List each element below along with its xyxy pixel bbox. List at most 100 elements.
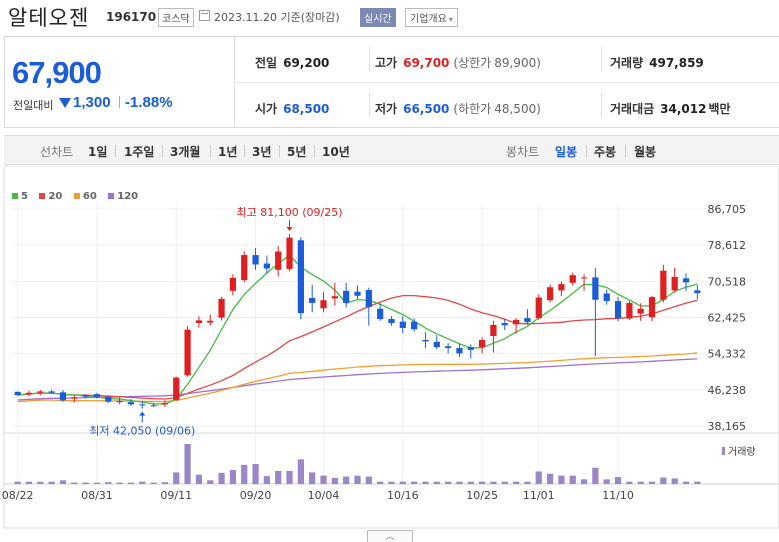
volume-bar bbox=[399, 481, 406, 484]
toolbar-divider bbox=[162, 145, 163, 157]
metric-divider bbox=[369, 93, 370, 118]
volume-bar bbox=[377, 481, 384, 484]
volume-bar bbox=[603, 479, 610, 484]
period-1y[interactable]: 1년 bbox=[218, 143, 237, 160]
amount-value: 34,012 bbox=[660, 102, 707, 116]
open-label: 시가 bbox=[255, 102, 278, 116]
candle-body bbox=[229, 277, 237, 291]
legend-ma60: 60 bbox=[73, 191, 97, 202]
volume-bar bbox=[626, 481, 633, 484]
volume-bar bbox=[263, 476, 270, 484]
x-tick-label: 08/22 bbox=[2, 489, 34, 502]
x-tick-label: 09/20 bbox=[240, 489, 272, 502]
ma120-line bbox=[17, 358, 698, 401]
volume-label: 거래량 bbox=[610, 56, 644, 70]
volume-bar bbox=[580, 479, 588, 484]
metric-divider bbox=[369, 47, 370, 72]
volume-bar bbox=[388, 481, 395, 484]
legend-label: 5 bbox=[21, 191, 28, 202]
candle-body bbox=[37, 391, 44, 393]
y-tick-label: 62,425 bbox=[708, 312, 747, 325]
high-arrow-head bbox=[286, 227, 293, 232]
volume-bar bbox=[25, 481, 33, 484]
candle-body bbox=[411, 321, 418, 330]
volume-bar bbox=[660, 477, 667, 484]
change-percent: -1.88% bbox=[125, 94, 173, 111]
candle-body bbox=[116, 400, 123, 403]
candle-body bbox=[660, 270, 667, 300]
volume-bar bbox=[648, 481, 656, 484]
legend-swatch bbox=[108, 193, 115, 199]
candle-chart-button[interactable]: 봉차트 bbox=[506, 143, 539, 160]
upper-limit-label: (상한가 bbox=[453, 56, 492, 70]
candle-body bbox=[388, 318, 395, 324]
x-tick-label: 11/10 bbox=[602, 489, 634, 502]
low-label: 저가 bbox=[375, 102, 398, 116]
candle-monthly[interactable]: 월봉 bbox=[634, 143, 656, 160]
collapse-chart-button[interactable]: ︿ bbox=[367, 530, 413, 542]
legend-label: 120 bbox=[117, 191, 139, 202]
upper-limit-value: 89,900) bbox=[494, 56, 541, 70]
line-chart-button[interactable]: 선차트 bbox=[40, 143, 73, 160]
current-price: 67,900 bbox=[12, 55, 102, 90]
volume-bar bbox=[478, 481, 486, 484]
period-5y[interactable]: 5년 bbox=[287, 143, 306, 160]
candle-body bbox=[671, 276, 678, 291]
volume-value: 497,859 bbox=[649, 56, 704, 70]
legend-ma120: 120 bbox=[108, 191, 138, 202]
volume-bar bbox=[150, 482, 157, 484]
volume-bar bbox=[320, 475, 327, 484]
candle-body bbox=[252, 255, 259, 265]
volume-bar bbox=[275, 470, 282, 484]
prev-close: 전일 69,200 bbox=[255, 54, 329, 71]
x-tick-label: 10/25 bbox=[466, 489, 498, 502]
candle-body bbox=[377, 308, 384, 319]
volume-bar bbox=[82, 482, 89, 484]
period-3y[interactable]: 3년 bbox=[252, 143, 271, 160]
volume-bar bbox=[161, 482, 169, 484]
volume-bar bbox=[614, 477, 622, 484]
toolbar-divider bbox=[625, 145, 626, 157]
period-3m[interactable]: 3개월 bbox=[170, 143, 200, 160]
candlestick-chart: 86,705 78,612 70,518 62,425 54,332 46,238 38,1… bbox=[2, 165, 779, 529]
volume-bar bbox=[14, 481, 21, 484]
calendar-icon bbox=[199, 10, 210, 21]
period-1w[interactable]: 1주일 bbox=[124, 143, 154, 160]
candle-body bbox=[433, 341, 440, 348]
volume-bar bbox=[524, 481, 531, 484]
volume-bar bbox=[331, 477, 338, 484]
candle-body bbox=[275, 251, 282, 270]
candle-body bbox=[161, 403, 169, 405]
candle-body bbox=[320, 300, 327, 309]
candle-body bbox=[546, 287, 554, 301]
volume-bar bbox=[411, 481, 418, 484]
volume-bar bbox=[422, 481, 429, 484]
candle-daily[interactable]: 일봉 bbox=[555, 143, 577, 160]
open-price: 시가 68,500 bbox=[255, 100, 329, 117]
y-tick-label: 70,518 bbox=[708, 275, 747, 288]
candle-body bbox=[399, 321, 406, 328]
candle-weekly[interactable]: 주봉 bbox=[594, 143, 616, 160]
candle-body bbox=[501, 323, 508, 326]
down-arrow-icon bbox=[59, 98, 71, 108]
period-1d[interactable]: 1일 bbox=[88, 143, 107, 160]
candle-body bbox=[603, 293, 610, 302]
x-tick-label: 10/04 bbox=[308, 489, 340, 502]
chevron-up-icon: ︿ bbox=[385, 532, 395, 542]
candle-body bbox=[150, 405, 157, 407]
volume-bar bbox=[546, 473, 554, 484]
realtime-button[interactable]: 실시간 bbox=[360, 8, 396, 27]
candle-body bbox=[365, 289, 372, 307]
candle-body bbox=[14, 391, 21, 395]
period-10y[interactable]: 10년 bbox=[322, 143, 350, 160]
amount-unit: 백만 bbox=[708, 102, 731, 116]
candle-body bbox=[25, 392, 33, 395]
volume-bar bbox=[365, 476, 372, 484]
price-summary: 67,900 전일대비 1,300 -1.88% 전일 69,200 시가 68,5… bbox=[4, 36, 779, 128]
company-overview-dropdown[interactable]: 기업개요 ▾ bbox=[405, 8, 458, 27]
lower-limit-value: 48,500) bbox=[494, 102, 541, 116]
metric-divider bbox=[601, 47, 602, 72]
low-value: 66,500 bbox=[403, 102, 450, 116]
low-annotation: 최저 42,050 (09/06) bbox=[89, 425, 195, 438]
x-tick-label: 10/16 bbox=[387, 489, 419, 502]
